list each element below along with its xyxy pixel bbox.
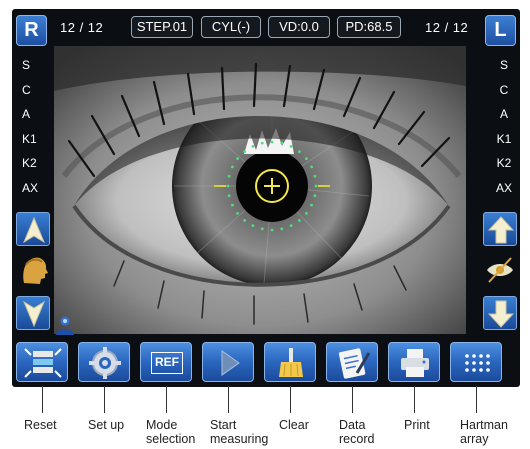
- alignment-dot: [305, 157, 308, 160]
- reading-label: K2: [496, 156, 512, 170]
- eye-icon: [487, 257, 513, 283]
- eye-camera-view[interactable]: [54, 46, 466, 334]
- caption-setup: Set up: [88, 418, 125, 432]
- reset-button[interactable]: [16, 342, 68, 382]
- alignment-dot: [280, 141, 284, 145]
- arrow-down-button-right[interactable]: [483, 296, 517, 330]
- alignment-dot: [313, 194, 317, 198]
- hartman-leader-line: [476, 386, 477, 413]
- alignment-dot: [270, 228, 274, 232]
- arrow-down-icon: [22, 300, 46, 328]
- ref-label: REF: [151, 352, 183, 374]
- clear-leader-line: [290, 386, 291, 413]
- arrow-up-icon: [22, 216, 46, 244]
- data-record-button[interactable]: [326, 342, 378, 382]
- print-button[interactable]: [388, 342, 440, 382]
- alignment-dot: [243, 219, 247, 222]
- reading-label: K2: [22, 156, 37, 170]
- caption-reset: Reset: [24, 418, 57, 432]
- alignment-dot: [280, 227, 284, 231]
- alignment-reticle: [214, 140, 330, 232]
- left-measure-count: 12 / 12: [425, 20, 469, 35]
- alignment-dot: [313, 174, 317, 178]
- broom-icon: [279, 348, 303, 377]
- vd-indicator[interactable]: VD:0.0: [268, 16, 330, 38]
- setup-leader-line: [104, 386, 105, 413]
- alignment-dot: [251, 145, 255, 148]
- alignment-dot: [289, 224, 293, 228]
- reading-label: A: [22, 107, 31, 121]
- alignment-dot: [226, 184, 230, 188]
- start-leader-line: [228, 386, 229, 413]
- caption-mode-selection: Mode selection: [146, 418, 196, 446]
- head-icon: [23, 257, 48, 284]
- data-leader-line: [352, 386, 353, 413]
- play-icon: [221, 350, 240, 376]
- reading-label: S: [22, 58, 31, 72]
- arrow-up-button-left[interactable]: [16, 212, 50, 246]
- arrow-down-icon: [487, 300, 515, 328]
- alignment-dot: [231, 203, 234, 207]
- alignment-dot: [289, 145, 293, 148]
- alignment-dot: [305, 212, 308, 215]
- cyl-indicator[interactable]: CYL(-): [201, 16, 261, 38]
- reading-label: C: [499, 82, 509, 97]
- alignment-dot: [227, 174, 231, 178]
- clipboard-icon: [338, 348, 371, 379]
- head-button[interactable]: [16, 253, 50, 287]
- alignment-dot: [231, 165, 234, 169]
- alignment-dot: [236, 157, 240, 160]
- step-indicator[interactable]: STEP.01: [131, 16, 193, 38]
- reading-label: K1: [496, 131, 512, 146]
- reading-label: AX: [495, 180, 512, 195]
- alignment-dot: [310, 165, 313, 169]
- alignment-dot: [260, 227, 264, 231]
- alignment-dot: [270, 140, 274, 144]
- mode-leader-line: [166, 386, 167, 413]
- right-measure-count: 12 / 12: [60, 20, 104, 35]
- reset-icon: [24, 348, 62, 378]
- instrument-screen: R 12 / 12 STEP.01 CYL(-) VD:0.0 PD:68.5 …: [12, 9, 520, 387]
- reading-label: K1: [22, 131, 37, 146]
- caption-clear: Clear: [279, 418, 309, 432]
- caption-start-measuring: Start measuring: [210, 418, 269, 446]
- caption-print: Print: [404, 418, 430, 432]
- arrow-up-button-right[interactable]: [483, 212, 517, 246]
- alignment-dot: [310, 203, 313, 207]
- dot-grid-icon: [465, 354, 490, 372]
- left-eye-readings: S C A K1 K2 AX: [489, 56, 519, 203]
- gear-icon: [89, 347, 121, 379]
- right-eye-readings: S C A K1 K2 AX: [20, 56, 50, 203]
- pd-indicator[interactable]: PD:68.5: [337, 16, 401, 38]
- reading-label: A: [499, 107, 508, 121]
- caption-hartman-array: Hartman array: [460, 418, 508, 446]
- mode-selection-button[interactable]: REF: [140, 342, 192, 382]
- alignment-dot: [251, 224, 255, 228]
- arrow-up-icon: [487, 216, 515, 244]
- reading-label: AX: [22, 180, 39, 195]
- eye-toggle-button[interactable]: [483, 253, 517, 287]
- clear-button[interactable]: [264, 342, 316, 382]
- alignment-dot: [260, 141, 264, 145]
- reading-label: C: [22, 82, 31, 97]
- left-eye-button[interactable]: L: [485, 15, 516, 46]
- alignment-dot: [243, 150, 247, 153]
- right-eye-button[interactable]: R: [16, 15, 47, 46]
- arrow-down-button-left[interactable]: [16, 296, 50, 330]
- user-icon: [56, 316, 74, 335]
- print-leader-line: [414, 386, 415, 413]
- caption-data-record: Data record: [339, 418, 375, 446]
- alignment-dot: [298, 219, 301, 222]
- reading-label: S: [499, 58, 508, 72]
- reset-leader-line: [42, 386, 43, 413]
- hartman-array-button[interactable]: [450, 342, 502, 382]
- alignment-dot: [298, 150, 301, 153]
- setup-button[interactable]: [78, 342, 130, 382]
- start-measuring-button[interactable]: [202, 342, 254, 382]
- printer-icon: [401, 349, 429, 377]
- alignment-dot: [236, 212, 240, 215]
- user-button[interactable]: [54, 314, 76, 336]
- alignment-dot: [314, 184, 318, 188]
- alignment-dot: [227, 194, 231, 198]
